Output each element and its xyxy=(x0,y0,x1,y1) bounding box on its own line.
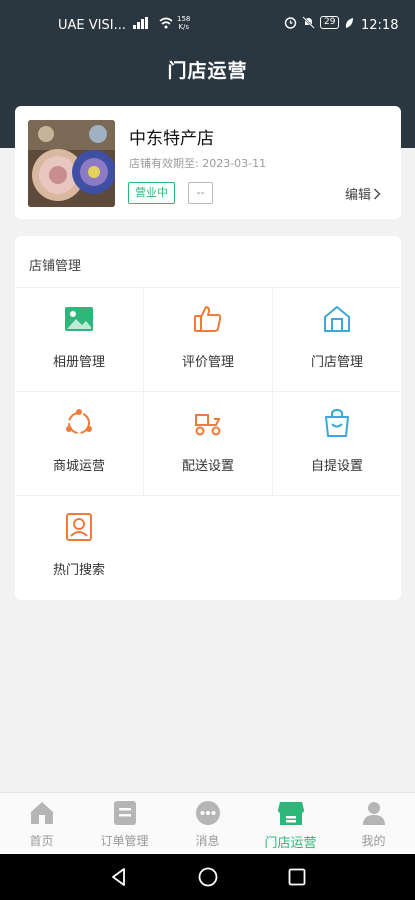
store-validity: 店铺有效期至: 2023-03-11 xyxy=(129,157,267,170)
section-title: 店铺管理 xyxy=(29,259,82,274)
page-title: 门店运营 xyxy=(167,60,248,82)
tab-label: 首页 xyxy=(29,834,54,848)
mute-icon xyxy=(302,16,315,29)
orders-icon xyxy=(114,801,136,825)
tab-profile[interactable]: 我的 xyxy=(332,793,415,855)
edit-label: 编辑 xyxy=(345,188,372,203)
tile-label: 配送设置 xyxy=(181,459,234,474)
store-management-tile[interactable]: 门店管理 xyxy=(273,287,401,391)
profile-icon xyxy=(363,802,385,825)
status-badge: 营业中 xyxy=(128,182,175,204)
pickup-settings-tile[interactable]: 自提设置 xyxy=(273,391,401,495)
store-house-icon xyxy=(324,306,350,332)
tab-label: 我的 xyxy=(361,834,386,848)
system-indicators: 29 xyxy=(284,16,354,29)
home-button-icon[interactable] xyxy=(197,866,219,888)
store-photo xyxy=(28,120,115,207)
tab-messages[interactable]: 消息 xyxy=(166,793,249,855)
review-management-tile[interactable]: 评价管理 xyxy=(144,287,272,391)
delivery-settings-tile[interactable]: 配送设置 xyxy=(144,391,272,495)
tab-label: 门店运营 xyxy=(264,836,317,851)
tile-label: 相册管理 xyxy=(52,355,105,370)
home-icon xyxy=(31,802,53,824)
message-icon xyxy=(196,801,220,825)
carrier-name: UAE VISI... xyxy=(58,18,126,33)
album-icon xyxy=(65,307,93,331)
tile-label: 门店管理 xyxy=(310,355,363,370)
network-speed: 158 K/s xyxy=(177,15,191,31)
tile-label: 商城运营 xyxy=(52,459,105,474)
back-icon[interactable] xyxy=(108,866,130,888)
hot-search-icon xyxy=(66,513,92,541)
store-operation-icon xyxy=(278,802,304,825)
tab-store-operation[interactable]: 门店运营 xyxy=(249,793,332,855)
status-bar: UAE VISI... 158 K/s 29 12:18 xyxy=(0,0,415,52)
wifi-icon xyxy=(159,17,173,29)
mall-operation-icon xyxy=(66,409,92,434)
tab-orders[interactable]: 订单管理 xyxy=(83,793,166,855)
tab-label: 订单管理 xyxy=(100,834,149,848)
mall-operation-tile[interactable]: 商城运营 xyxy=(15,391,143,495)
recent-apps-icon[interactable] xyxy=(286,866,308,888)
store-card[interactable]: 中东特产店 店铺有效期至: 2023-03-11 营业中 -- 编辑 xyxy=(15,106,401,219)
clock: 12:18 xyxy=(361,18,399,33)
secondary-badge: -- xyxy=(188,182,213,204)
shopping-bag-icon xyxy=(325,408,349,437)
bottom-tab-bar: 首页 订单管理 消息 门店运营 我的 xyxy=(0,792,415,854)
alarm-icon xyxy=(284,17,297,29)
system-navigation-bar xyxy=(0,854,415,900)
delivery-scooter-icon xyxy=(195,414,221,436)
leaf-icon xyxy=(346,17,354,28)
hot-search-tile[interactable]: 热门搜索 xyxy=(15,495,143,599)
battery-indicator: 29 xyxy=(320,16,340,29)
tile-label: 热门搜索 xyxy=(52,563,105,578)
tab-label: 消息 xyxy=(195,834,220,848)
album-management-tile[interactable]: 相册管理 xyxy=(15,287,143,391)
chevron-right-icon xyxy=(374,188,381,199)
edit-store-button[interactable]: 编辑 xyxy=(345,184,381,203)
store-management-section: 店铺管理 相册管理 评价管理 门店管理 商城运营 配送设置 自提设置 热门搜索 xyxy=(15,236,401,600)
store-name: 中东特产店 xyxy=(129,129,214,149)
tile-label: 评价管理 xyxy=(181,355,234,370)
signal-icon xyxy=(133,17,148,29)
tile-label: 自提设置 xyxy=(310,459,363,474)
tab-home[interactable]: 首页 xyxy=(0,793,83,855)
store-thumbnail xyxy=(28,120,115,207)
thumbs-up-icon xyxy=(194,306,222,332)
network-indicators: 158 K/s xyxy=(133,15,190,31)
